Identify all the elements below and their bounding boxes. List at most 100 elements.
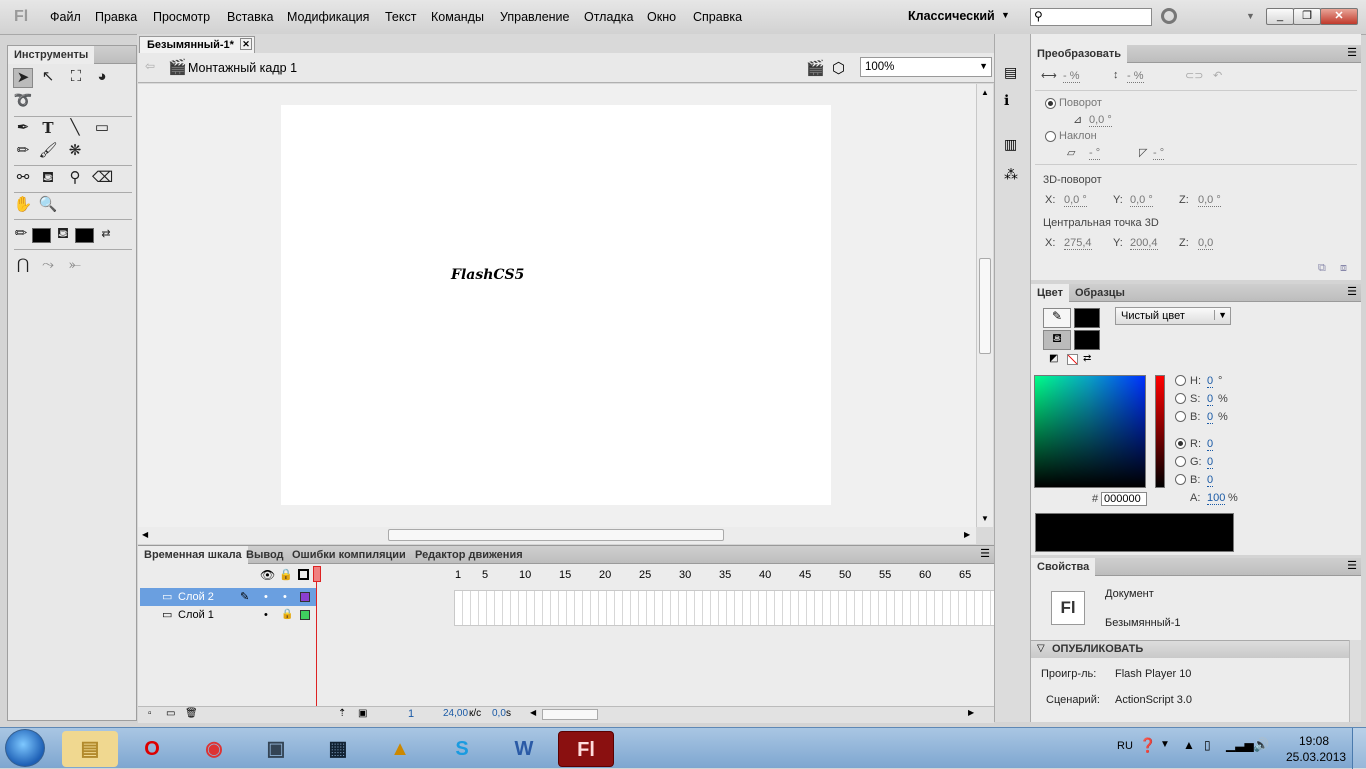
blue-value[interactable]: 0 (1207, 474, 1214, 487)
width-scale-value[interactable]: - % (1063, 70, 1080, 83)
scroll-right-icon[interactable]: ▶ (964, 530, 970, 539)
scroll-left-icon[interactable]: ◀ (142, 530, 148, 539)
saturation-radio[interactable] (1175, 393, 1186, 404)
center3d-z[interactable]: 0,0 (1198, 237, 1214, 250)
scroll-right-icon[interactable]: ▶ (968, 708, 974, 717)
close-icon[interactable]: ✕ (240, 38, 252, 50)
save-icon[interactable]: ▦ (310, 731, 366, 767)
scroll-up-icon[interactable]: ▲ (981, 88, 989, 97)
skew-vertical-value[interactable]: - ° (1153, 147, 1165, 160)
swap-colors-icon[interactable]: ⇄ (96, 225, 116, 243)
brightness-radio[interactable] (1175, 411, 1186, 422)
deco-tool-icon[interactable]: ❋ (65, 142, 85, 160)
back-arrow-icon[interactable]: ⇦ (145, 59, 155, 73)
layer-row[interactable]: ▭ Слой 2 ✎ • • (140, 588, 316, 606)
center-frame-icon[interactable]: ⇡ (338, 708, 346, 719)
network-icon[interactable]: ▣ (248, 731, 304, 767)
pencil-tool-icon[interactable]: ✏ (13, 142, 33, 160)
selection-tool-icon[interactable]: ➤ (13, 68, 33, 88)
rotation3d-x[interactable]: 0,0 ° (1064, 194, 1087, 207)
workspace-switcher[interactable]: Классический (908, 9, 995, 23)
hue-radio[interactable] (1175, 375, 1186, 386)
menu-view[interactable]: Просмотр (153, 10, 210, 24)
default-colors-icon[interactable]: ◩ (1049, 353, 1058, 364)
color-spectrum[interactable] (1034, 375, 1146, 488)
maximize-button[interactable]: ❐ (1293, 8, 1321, 25)
menu-file[interactable]: Файл (50, 10, 81, 24)
lasso-tool-icon[interactable]: ➰ (13, 92, 33, 110)
help-icon[interactable]: ❓ (1139, 737, 1156, 754)
clock-time[interactable]: 19:08 (1299, 734, 1329, 748)
hand-tool-icon[interactable]: ✋ (13, 196, 33, 214)
zoom-select[interactable]: 100% ▼ (860, 57, 992, 77)
tab-swatches[interactable]: Образцы (1069, 284, 1131, 302)
layer-color-swatch[interactable] (300, 592, 310, 602)
chrome-icon[interactable]: ◉ (186, 731, 242, 767)
explorer-icon[interactable]: ▤ (62, 731, 118, 767)
center3d-x[interactable]: 275,4 (1064, 237, 1092, 250)
panel-menu-icon[interactable]: ☰ (980, 547, 990, 560)
search-input[interactable]: ⚲ (1030, 8, 1152, 26)
subselection-tool-icon[interactable]: ↖ (38, 68, 58, 86)
bone-tool-icon[interactable]: ⚯ (13, 169, 33, 187)
onion-skin-icon[interactable]: ▣ (358, 708, 367, 719)
straighten-icon[interactable]: ⤜ (65, 256, 85, 274)
close-button[interactable]: ✕ (1320, 8, 1358, 25)
lock-icon[interactable]: 🔒 (281, 606, 293, 624)
skew-horizontal-value[interactable]: - ° (1089, 147, 1101, 160)
scroll-down-icon[interactable]: ▼ (981, 514, 989, 523)
chevron-down-icon[interactable]: ▼ (1160, 739, 1170, 750)
properties-scrollbar[interactable] (1349, 640, 1361, 722)
rotate-value[interactable]: 0,0 ° (1089, 114, 1112, 127)
red-radio[interactable] (1175, 438, 1186, 449)
edit-scene-icon[interactable]: 🎬 (806, 59, 825, 77)
script-value[interactable]: ActionScript 3.0 (1115, 694, 1192, 706)
tab-tools[interactable]: Инструменты (8, 46, 95, 64)
player-value[interactable]: Flash Player 10 (1115, 668, 1191, 680)
horizontal-scrollbar[interactable]: ◀ ▶ (138, 527, 976, 544)
new-folder-icon[interactable]: ▭ (166, 708, 175, 719)
align-icon[interactable]: ▤ (1004, 64, 1017, 81)
pen-tool-icon[interactable]: ✒ (13, 119, 33, 137)
3d-rotation-tool-icon[interactable]: ◕ (92, 68, 112, 86)
panel-menu-icon[interactable]: ☰ (1347, 46, 1357, 59)
edit-symbols-icon[interactable]: ⬡ (832, 59, 845, 77)
brightness-slider[interactable] (1155, 375, 1165, 488)
vertical-scrollbar[interactable]: ▲ ▼ (976, 84, 993, 527)
info-icon[interactable]: ℹ (1004, 92, 1009, 109)
new-layer-icon[interactable]: ▫ (148, 708, 152, 719)
eye-icon[interactable]: 👁 (260, 568, 275, 582)
eraser-tool-icon[interactable]: ⌫ (92, 169, 113, 187)
menu-edit[interactable]: Правка (95, 10, 137, 24)
fill-color-icon[interactable]: ⛾ (1043, 330, 1071, 350)
visibility-dot[interactable]: • (264, 606, 268, 624)
rotation3d-y[interactable]: 0,0 ° (1130, 194, 1153, 207)
chevron-down-icon[interactable]: ▼ (1246, 11, 1255, 21)
fill-color-swatch[interactable] (1074, 330, 1100, 350)
scroll-left-icon[interactable]: ◀ (530, 708, 536, 717)
zoom-tool-icon[interactable]: 🔍 (38, 196, 58, 214)
chevron-down-icon[interactable]: ▼ (1001, 10, 1010, 20)
frame-rate[interactable]: 24,00 (443, 708, 468, 719)
scene-label[interactable]: Монтажный кадр 1 (188, 61, 297, 75)
line-tool-icon[interactable]: ╲ (65, 119, 85, 137)
tab-compiler-errors[interactable]: Ошибки компиляции (286, 546, 412, 564)
red-value[interactable]: 0 (1207, 438, 1214, 451)
minimize-button[interactable]: _ (1266, 8, 1294, 25)
tab-color[interactable]: Цвет (1031, 284, 1070, 302)
green-radio[interactable] (1175, 456, 1186, 467)
layer-name[interactable]: Слой 1 (178, 606, 214, 624)
free-transform-tool-icon[interactable]: ⛶ (66, 68, 86, 86)
no-color-icon[interactable] (1067, 354, 1078, 365)
publish-section[interactable]: ▽ ОПУБЛИКОВАТЬ (1031, 640, 1349, 658)
menu-modify[interactable]: Модификация (287, 10, 369, 24)
language-indicator[interactable]: RU (1117, 740, 1133, 752)
paint-bucket-tool-icon[interactable]: ⛾ (38, 169, 58, 187)
show-hidden-icon[interactable]: ▲ (1183, 738, 1195, 752)
document-tab[interactable]: Безымянный-1* ✕ (139, 36, 255, 53)
timeline-scroll-thumb[interactable] (542, 709, 598, 720)
current-frame[interactable]: 1 (408, 708, 414, 720)
visibility-dot[interactable]: • (264, 588, 268, 606)
skype-icon[interactable]: S (434, 731, 490, 767)
color-type-select[interactable]: Чистый цвет ▼ (1115, 307, 1231, 325)
